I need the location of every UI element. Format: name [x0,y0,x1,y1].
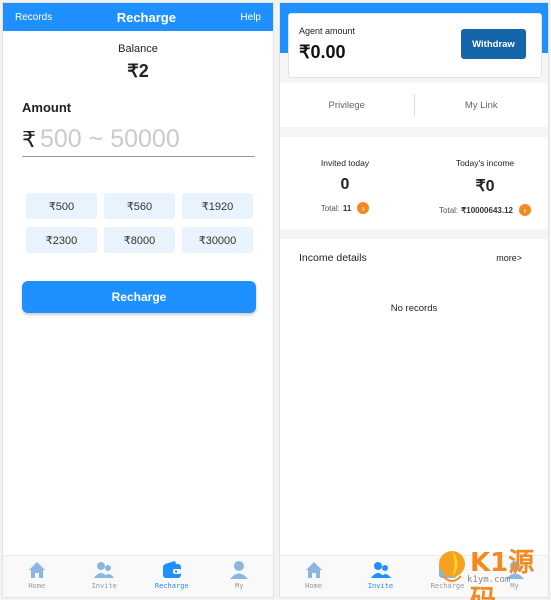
income-total-label: Total: [439,205,459,215]
agent-amount-label: Agent amount [299,26,356,36]
tab-label: Home [28,582,46,590]
recharge-header: Records Recharge Help [3,3,273,31]
income-today-label: Today's income [455,158,515,168]
flame-logo-icon [439,551,465,582]
income-total-value: ₹10000643.12 [461,205,513,215]
screenshot-stage: Records Recharge Help Balance ₹2 Amount … [0,0,551,600]
income-today-value: ₹0 [475,178,495,195]
tab-label: My [235,582,244,590]
invited-stat: Invited today 0 Total: 11 › [280,137,410,214]
preset-amount-button[interactable]: ₹30000 [182,227,253,253]
chevron-right-icon[interactable]: › [357,202,370,214]
chevron-right-icon[interactable]: › [518,204,531,216]
user-icon [230,561,249,579]
invited-today-label: Invited today [320,158,370,168]
balance-value: ₹2 [127,61,149,81]
invited-total-label: Total: [320,203,340,213]
preset-amount-button[interactable]: ₹8000 [104,227,175,253]
invited-total-value: 11 [342,203,352,213]
help-link[interactable]: Help [240,12,261,23]
amount-label: Amount [22,100,72,115]
preset-amount-button[interactable]: ₹2300 [26,227,97,253]
amount-input-row: ₹ [22,123,255,157]
watermark-url: k1ym.com [467,575,511,585]
tab-invite[interactable]: Invite [347,556,414,597]
preset-amount-button[interactable]: ₹560 [104,193,175,219]
watermark-logo: K1源码 k1ym.com [437,544,537,600]
agent-links: Privilege My Link [280,83,548,127]
privilege-link[interactable]: Privilege [280,100,414,111]
balance-label: Balance [118,43,158,55]
income-details-header: Income details more> [280,239,548,277]
home-icon [305,562,322,578]
amount-input[interactable] [40,125,240,154]
agent-card: Agent amount ₹0.00 Withdraw [288,13,542,78]
tab-home[interactable]: Home [280,556,347,597]
amount-presets: ₹500 ₹560 ₹1920 ₹2300 ₹8000 ₹30000 [26,193,273,253]
records-link[interactable]: Records [15,12,52,23]
tab-label: Recharge [154,582,189,590]
preset-amount-button[interactable]: ₹500 [26,193,97,219]
wallet-icon [162,561,181,578]
tab-label: Home [305,582,322,590]
invite-screen: Agent amount ₹0.00 Withdraw Privilege My… [279,2,549,598]
tab-label: Invite [91,582,117,590]
invited-total: Total: 11 › [280,202,410,214]
invited-today-value: 0 [340,176,350,193]
bottom-tab-bar: Home Invite Recharge My [3,555,273,597]
page-title: Recharge [116,9,176,25]
invite-icon [94,562,115,578]
more-link[interactable]: more> [496,253,522,263]
preset-amount-button[interactable]: ₹1920 [182,193,253,219]
income-stat: Today's income ₹0 Total: ₹10000643.12 › [420,137,548,216]
withdraw-button[interactable]: Withdraw [461,29,526,59]
invite-icon [370,562,391,578]
income-details-title: Income details [299,252,367,264]
recharge-screen: Records Recharge Help Balance ₹2 Amount … [2,2,274,598]
tab-recharge[interactable]: Recharge [138,556,206,597]
income-total: Total: ₹10000643.12 › [420,204,548,216]
tab-invite[interactable]: Invite [71,556,139,597]
no-records-text: No records [390,303,438,314]
tab-my[interactable]: My [206,556,274,597]
stats-panel: Invited today 0 Total: 11 › Today's inco… [280,137,548,229]
tab-label: Invite [367,582,394,590]
currency-symbol: ₹ [22,126,36,152]
my-link[interactable]: My Link [415,100,549,111]
tab-home[interactable]: Home [3,556,71,597]
recharge-button[interactable]: Recharge [22,281,256,313]
agent-amount-value: ₹0.00 [299,42,346,62]
watermark-brand: K1源码 [470,548,535,600]
home-icon [28,562,45,578]
